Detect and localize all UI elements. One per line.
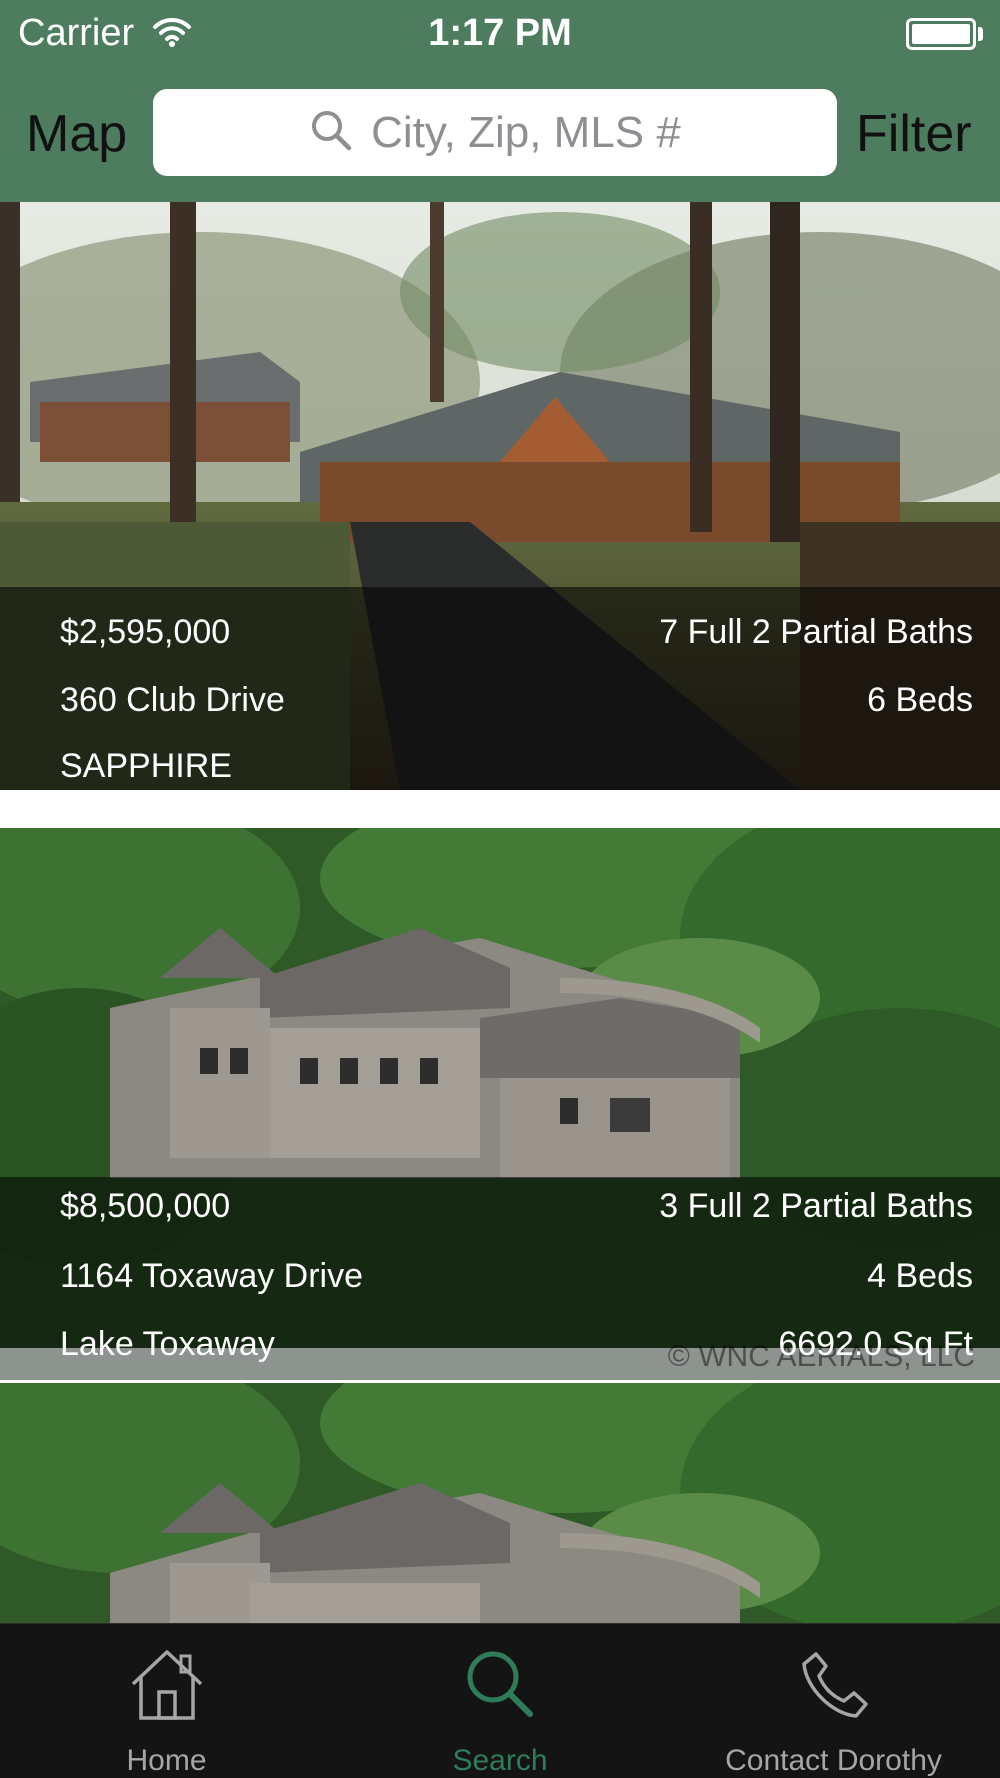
phone-icon (794, 1644, 874, 1729)
status-bar: Carrier 1:17 PM (0, 0, 1000, 70)
listing-price: $2,595,000 (60, 613, 231, 651)
listing-info: $8,500,000 3 Full 2 Partial Baths 1164 T… (0, 1177, 1000, 1348)
tab-bar: Home Search Contact Dorothy (0, 1623, 1000, 1778)
search-placeholder: City, Zip, MLS # (371, 107, 681, 157)
search-icon (309, 108, 353, 157)
listing-card[interactable] (0, 1383, 1000, 1623)
tab-search-label: Search (452, 1744, 548, 1777)
listing-beds: 6 Beds (867, 681, 973, 719)
listing-city: SAPPHIRE (60, 747, 232, 785)
tab-home-label: Home (126, 1744, 207, 1777)
listing-card[interactable]: $2,595,000 7 Full 2 Partial Baths 360 Cl… (0, 202, 1000, 790)
battery-tip (978, 27, 983, 41)
tab-home[interactable]: Home (0, 1624, 333, 1778)
battery-icon (906, 18, 976, 50)
tab-contact-label: Contact Dorothy (725, 1744, 942, 1777)
tab-contact[interactable]: Contact Dorothy (667, 1624, 1000, 1778)
search-icon (460, 1644, 540, 1729)
listing-photo (0, 1383, 1000, 1623)
listing-beds: 4 Beds (867, 1257, 973, 1295)
map-button[interactable]: Map (26, 104, 127, 164)
listing-card[interactable]: $8,500,000 3 Full 2 Partial Baths 1164 T… (0, 828, 1000, 1380)
listing-address: 360 Club Drive (60, 681, 285, 719)
filter-button[interactable]: Filter (856, 104, 972, 164)
listing-info: $2,595,000 7 Full 2 Partial Baths 360 Cl… (0, 587, 1000, 790)
listing-sqft: 6692.0 Sq Ft (778, 1325, 973, 1363)
search-input[interactable]: City, Zip, MLS # (153, 89, 837, 176)
listing-price: $8,500,000 (60, 1187, 231, 1225)
listing-city: Lake Toxaway (60, 1325, 275, 1363)
tab-search[interactable]: Search (333, 1624, 667, 1778)
status-time: 1:17 PM (428, 12, 572, 54)
listing-baths: 7 Full 2 Partial Baths (659, 613, 973, 651)
listing-baths: 3 Full 2 Partial Baths (659, 1187, 973, 1225)
house-icon (127, 1644, 207, 1729)
navigation-header: Carrier 1:17 PM Map City, Zip, MLS # Fil (0, 0, 1000, 202)
listing-address: 1164 Toxaway Drive (60, 1257, 364, 1295)
